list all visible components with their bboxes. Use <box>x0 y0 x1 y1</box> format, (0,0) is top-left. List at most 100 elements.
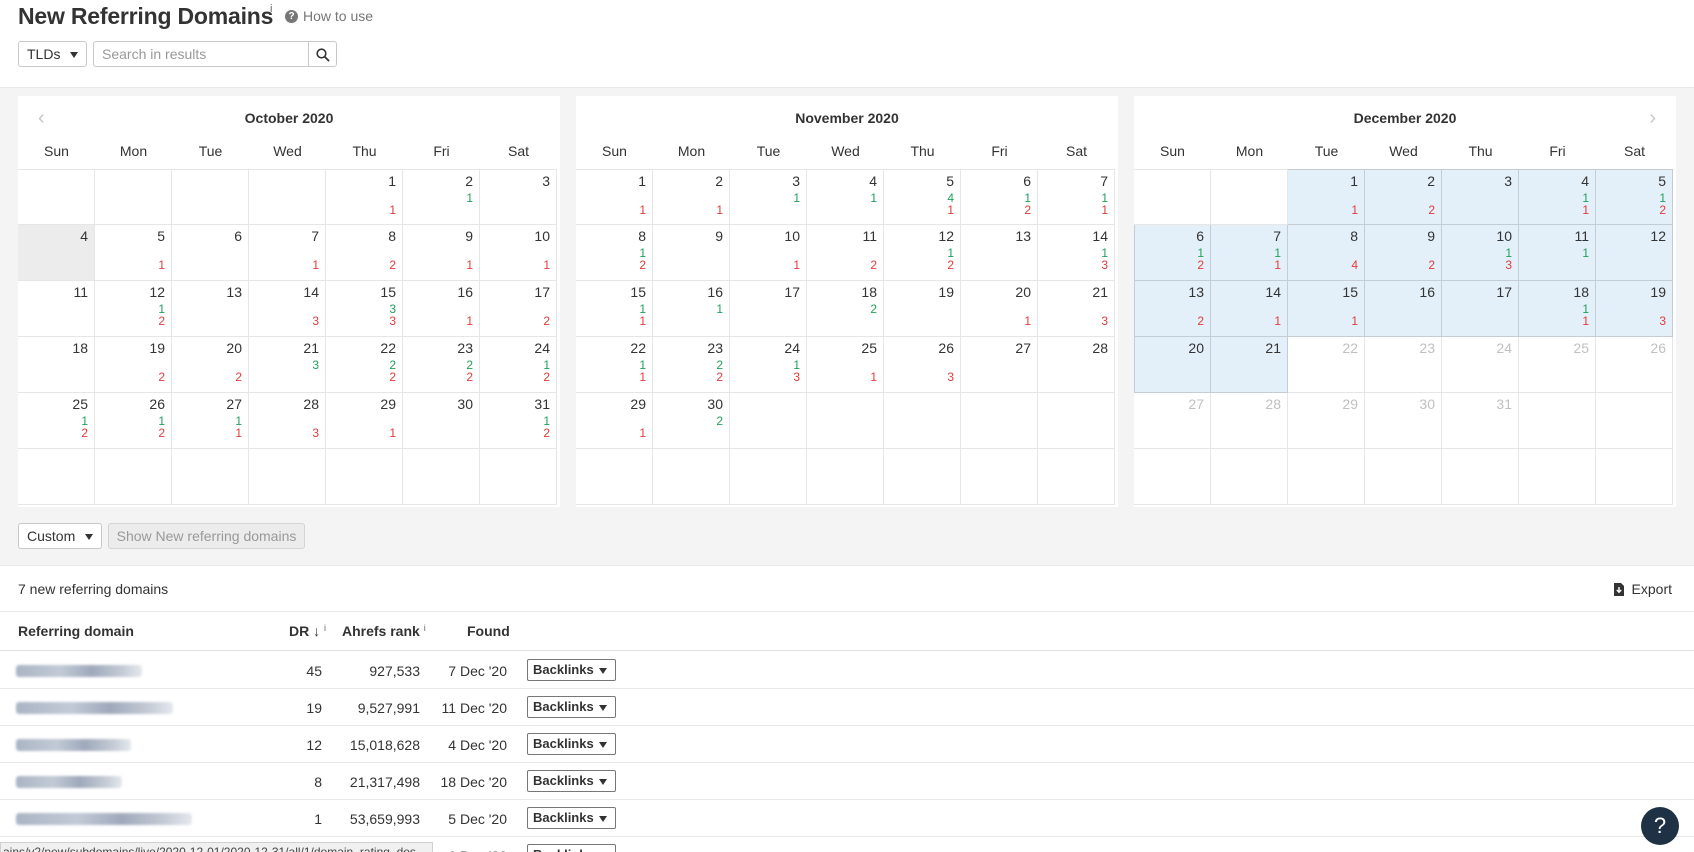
lost-domains-count[interactable]: 1 <box>158 258 165 272</box>
calendar-day[interactable]: 11 1 <box>1519 225 1596 281</box>
calendar-day[interactable]: 612 <box>1134 225 1211 281</box>
lost-domains-count[interactable]: 1 <box>543 258 550 272</box>
calendar-day[interactable]: 13 2 <box>1134 281 1211 337</box>
calendar-day[interactable]: 15 1 <box>1288 281 1365 337</box>
calendar-day[interactable]: 23 2 2 <box>653 337 730 393</box>
lost-domains-count[interactable]: 1 <box>466 314 473 328</box>
lost-domains-count[interactable]: 1 <box>312 258 319 272</box>
lost-domains-count[interactable]: 3 <box>312 426 319 440</box>
lost-domains-count[interactable]: 2 <box>1197 314 1204 328</box>
lost-domains-count[interactable]: 2 <box>639 258 646 272</box>
calendar-day[interactable]: 19 <box>884 281 961 337</box>
lost-domains-count[interactable]: 1 <box>639 314 646 328</box>
calendar-day[interactable]: 14 1 <box>1211 281 1288 337</box>
calendar-day[interactable]: 22 <box>1365 169 1442 225</box>
calendar-day[interactable]: 21 <box>653 169 730 225</box>
calendar-day[interactable]: 14 1 3 <box>1038 225 1115 281</box>
lost-domains-count[interactable]: 1 <box>716 203 723 217</box>
column-ahrefs-rank[interactable]: Ahrefs rank i <box>342 623 426 639</box>
new-domains-count[interactable]: 2 <box>716 414 723 428</box>
calendar-day[interactable]: 23 2 2 <box>403 337 480 393</box>
lost-domains-count[interactable]: 2 <box>158 370 165 384</box>
lost-domains-count[interactable]: 1 <box>389 203 396 217</box>
next-month-icon[interactable]: › <box>1649 108 1656 128</box>
calendar-day[interactable]: 9 <box>653 225 730 281</box>
lost-domains-count[interactable]: 1 <box>1582 314 1589 328</box>
calendar-day[interactable]: 512 <box>1596 169 1673 225</box>
new-domains-count[interactable]: 1 <box>716 302 723 316</box>
calendar-day[interactable]: 411 <box>1519 169 1596 225</box>
calendar-day[interactable]: 14 3 <box>249 281 326 337</box>
lost-domains-count[interactable]: 1 <box>639 370 646 384</box>
column-dr[interactable]: DR ↓ i <box>289 623 326 639</box>
backlinks-dropdown-button[interactable]: Backlinks <box>527 733 616 755</box>
lost-domains-count[interactable]: 3 <box>793 370 800 384</box>
calendar-day[interactable]: 29 1 <box>576 393 653 449</box>
calendar-day[interactable]: 31 <box>730 169 807 225</box>
referring-domain-link[interactable] <box>16 702 173 714</box>
calendar-day[interactable]: 20 1 <box>961 281 1038 337</box>
calendar-day[interactable]: 12 1 2 <box>95 281 172 337</box>
lost-domains-count[interactable]: 2 <box>1428 203 1435 217</box>
calendar-day[interactable]: 812 <box>576 225 653 281</box>
column-found[interactable]: Found <box>467 623 510 639</box>
calendar-day[interactable]: 16 <box>1365 281 1442 337</box>
calendar-day[interactable]: 51 <box>95 225 172 281</box>
search-button[interactable] <box>308 41 337 67</box>
referring-domain-link[interactable] <box>16 739 131 751</box>
calendar-day[interactable]: 25 1 <box>807 337 884 393</box>
lost-domains-count[interactable]: 1 <box>639 203 646 217</box>
lost-domains-count[interactable]: 3 <box>312 314 319 328</box>
calendar-day[interactable]: 3 <box>1442 169 1519 225</box>
calendar-day[interactable]: 11 <box>576 169 653 225</box>
lost-domains-count[interactable]: 1 <box>235 426 242 440</box>
lost-domains-count[interactable]: 2 <box>543 370 550 384</box>
lost-domains-count[interactable]: 4 <box>1351 258 1358 272</box>
calendar-day[interactable]: 16 1 <box>653 281 730 337</box>
calendar-day[interactable]: 17 <box>1442 281 1519 337</box>
show-new-referring-domains-button[interactable]: Show New referring domains <box>108 523 305 549</box>
export-button[interactable]: Export <box>1613 581 1672 597</box>
how-to-use-link[interactable]: ? How to use <box>285 8 373 24</box>
dr-info-icon[interactable]: i <box>324 623 326 633</box>
backlinks-dropdown-button[interactable]: Backlinks <box>527 807 616 829</box>
lost-domains-count[interactable]: 1 <box>639 426 646 440</box>
backlinks-dropdown-button[interactable]: Backlinks <box>527 696 616 718</box>
new-domains-count[interactable]: 1 <box>793 191 800 205</box>
calendar-day[interactable]: 711 <box>1211 225 1288 281</box>
calendar-day[interactable]: 10 1 <box>730 225 807 281</box>
lost-domains-count[interactable]: 3 <box>1505 258 1512 272</box>
calendar-day[interactable]: 28 3 <box>249 393 326 449</box>
calendar-day[interactable]: 12 <box>1596 225 1673 281</box>
calendar-day[interactable]: 25 1 2 <box>18 393 95 449</box>
lost-domains-count[interactable]: 2 <box>543 314 550 328</box>
calendar-day[interactable]: 91 <box>403 225 480 281</box>
backlinks-dropdown-button[interactable]: Backlinks <box>527 659 616 681</box>
referring-domain-link[interactable] <box>16 665 142 677</box>
lost-domains-count[interactable]: 1 <box>389 426 396 440</box>
calendar-day[interactable]: 16 1 <box>403 281 480 337</box>
calendar-day[interactable]: 13 <box>172 281 249 337</box>
calendar-day[interactable]: 18 1 1 <box>1519 281 1596 337</box>
lost-domains-count[interactable]: 1 <box>1274 314 1281 328</box>
rank-info-icon[interactable]: i <box>424 623 426 633</box>
calendar-day[interactable]: 21 3 <box>249 337 326 393</box>
calendar-day[interactable]: 82 <box>326 225 403 281</box>
lost-domains-count[interactable]: 2 <box>1428 258 1435 272</box>
calendar-day[interactable]: 31 1 2 <box>480 393 557 449</box>
calendar-day[interactable]: 11 <box>1288 169 1365 225</box>
calendar-day[interactable]: 27 <box>961 337 1038 393</box>
lost-domains-count[interactable]: 2 <box>716 370 723 384</box>
calendar-day[interactable]: 13 <box>961 225 1038 281</box>
calendar-day[interactable]: 92 <box>1365 225 1442 281</box>
lost-domains-count[interactable]: 2 <box>389 370 396 384</box>
lost-domains-count[interactable]: 3 <box>1101 314 1108 328</box>
calendar-day[interactable]: 18 2 <box>807 281 884 337</box>
calendar-day[interactable]: 21 <box>1211 337 1288 393</box>
calendar-day[interactable]: 17 <box>730 281 807 337</box>
calendar-day[interactable]: 11 2 <box>807 225 884 281</box>
calendar-day[interactable]: 26 3 <box>884 337 961 393</box>
calendar-day[interactable]: 19 2 <box>95 337 172 393</box>
calendar-day[interactable]: 612 <box>961 169 1038 225</box>
calendar-day[interactable]: 3 <box>480 169 557 225</box>
